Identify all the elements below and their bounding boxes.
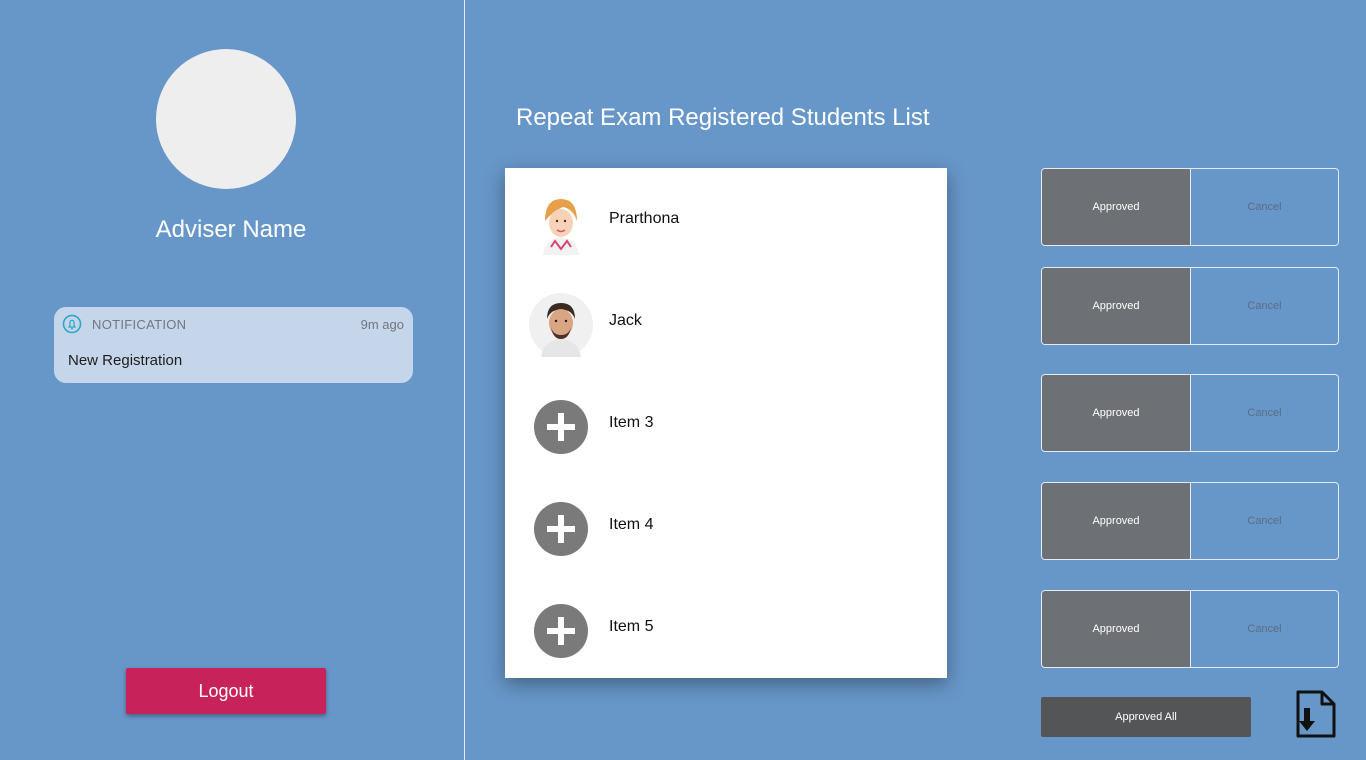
approve-button[interactable]: Approved (1042, 268, 1191, 344)
cancel-button[interactable]: Cancel (1191, 483, 1338, 559)
cancel-button[interactable]: Cancel (1191, 375, 1338, 451)
action-row: Approved Cancel (1041, 590, 1339, 668)
sidebar: Adviser Name NOTIFICATION 9m ago New Reg… (0, 0, 465, 760)
student-name: Prarthona (609, 210, 680, 227)
approve-all-button[interactable]: Approved All (1041, 697, 1251, 737)
logout-button[interactable]: Logout (126, 668, 326, 714)
approve-button[interactable]: Approved (1042, 169, 1191, 245)
approve-button[interactable]: Approved (1042, 591, 1191, 667)
student-list: Prarthona Jack Item 3 Item 4 Item 5 (505, 168, 947, 678)
plus-circle-icon (534, 400, 588, 454)
app-root: Adviser Name NOTIFICATION 9m ago New Reg… (0, 0, 1366, 760)
notification-time: 9m ago (360, 317, 404, 332)
list-item[interactable]: Prarthona (505, 168, 947, 270)
male-student-avatar (529, 293, 593, 357)
student-name: Jack (609, 312, 642, 329)
list-item[interactable]: Item 3 (505, 372, 947, 474)
student-name: Item 3 (609, 414, 654, 431)
file-download-icon[interactable] (1296, 690, 1336, 738)
cancel-button[interactable]: Cancel (1191, 268, 1338, 344)
notification-message: New Registration (68, 352, 183, 369)
plus-circle-icon (534, 604, 588, 658)
student-name: Item 5 (609, 618, 654, 635)
student-name: Item 4 (609, 516, 654, 533)
adviser-avatar (156, 49, 296, 189)
adviser-name: Adviser Name (155, 216, 307, 243)
list-item[interactable]: Item 5 (505, 576, 947, 678)
action-row: Approved Cancel (1041, 168, 1339, 246)
approve-button[interactable]: Approved (1042, 483, 1191, 559)
approve-button[interactable]: Approved (1042, 375, 1191, 451)
action-row: Approved Cancel (1041, 267, 1339, 345)
action-row: Approved Cancel (1041, 482, 1339, 560)
bell-icon (62, 314, 82, 334)
notification-app-label: NOTIFICATION (92, 317, 187, 332)
notification-card[interactable]: NOTIFICATION 9m ago New Registration (54, 307, 413, 383)
plus-circle-icon (534, 502, 588, 556)
cancel-button[interactable]: Cancel (1191, 591, 1338, 667)
list-item[interactable]: Item 4 (505, 474, 947, 576)
female-student-avatar (529, 191, 593, 255)
cancel-button[interactable]: Cancel (1191, 169, 1338, 245)
page-title: Repeat Exam Registered Students List (516, 104, 930, 131)
action-row: Approved Cancel (1041, 374, 1339, 452)
list-item[interactable]: Jack (505, 270, 947, 372)
